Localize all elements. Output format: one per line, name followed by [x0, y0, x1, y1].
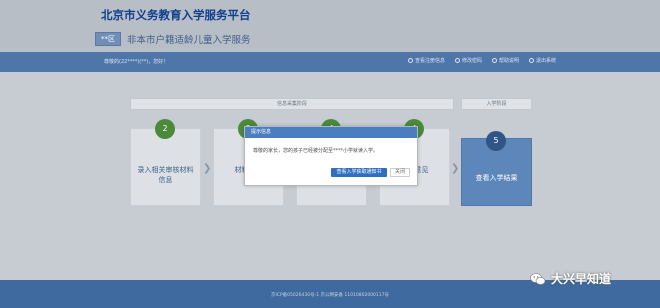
chevron-right-icon: ❯	[451, 163, 460, 174]
nav-view-registration[interactable]: 查看注册信息	[407, 57, 445, 64]
dialog-title: 提示信息	[245, 127, 417, 138]
user-icon	[407, 58, 413, 63]
header: 北京市义务教育入学服务平台 **区 非本市户籍适龄儿童入学服务	[0, 0, 660, 52]
nav-link-label: 帮助说明	[498, 58, 519, 64]
nav-change-password[interactable]: 修改密码	[454, 57, 482, 64]
navbar: 尊敬的(22****)(**)，您好！ 查看注册信息 修改密码 帮助说明 退出系…	[0, 52, 660, 72]
watermark: 大兴早知道	[530, 270, 611, 287]
section-info-collection: 信息采集阶段	[130, 98, 454, 110]
service-subtitle-bar: **区 非本市户籍适龄儿童入学服务	[95, 31, 251, 47]
district-badge: **区	[95, 32, 121, 46]
nav-link-label: 查看注册信息	[414, 58, 445, 64]
logout-icon	[528, 58, 534, 63]
view-admission-notice-button[interactable]: 查看入学获取通知书	[331, 168, 387, 177]
step-card-result[interactable]: 5 查看入学结果	[461, 131, 532, 206]
step-label: 录入相关审核材料信息	[137, 166, 194, 184]
step-number-badge: 5	[486, 131, 506, 151]
watermark-text: 大兴早知道	[551, 272, 612, 286]
step-number-badge: 2	[155, 119, 175, 139]
help-icon	[491, 58, 497, 63]
nav-help[interactable]: 帮助说明	[491, 57, 519, 64]
nav-link-label: 修改密码	[461, 58, 482, 64]
welcome-text: 尊敬的(22****)(**)，您好！	[104, 59, 169, 65]
close-button[interactable]: 关闭	[390, 168, 410, 177]
site-title: 北京市义务教育入学服务平台	[101, 8, 251, 22]
nav-logout[interactable]: 退出系统	[528, 57, 556, 64]
footer-text: 京ICP备05026430号-1 京公网安备 11010802000117号	[270, 293, 390, 298]
step-card[interactable]: 2 录入相关审核材料信息	[130, 119, 201, 206]
wechat-icon	[530, 272, 546, 285]
chevron-right-icon: ❯	[203, 163, 212, 174]
section-enrollment: 入学阶段	[461, 98, 532, 110]
lock-icon	[454, 58, 460, 63]
nav-link-label: 退出系统	[535, 58, 556, 64]
step-label: 查看入学结果	[475, 174, 518, 182]
service-title: 非本市户籍适龄儿童入学服务	[127, 35, 251, 46]
dialog-message: 尊敬的家长，您的孩子已经被分配至****小学就读入学。	[253, 148, 379, 154]
notification-dialog: 提示信息 尊敬的家长，您的孩子已经被分配至****小学就读入学。 查看入学获取通…	[244, 126, 418, 186]
